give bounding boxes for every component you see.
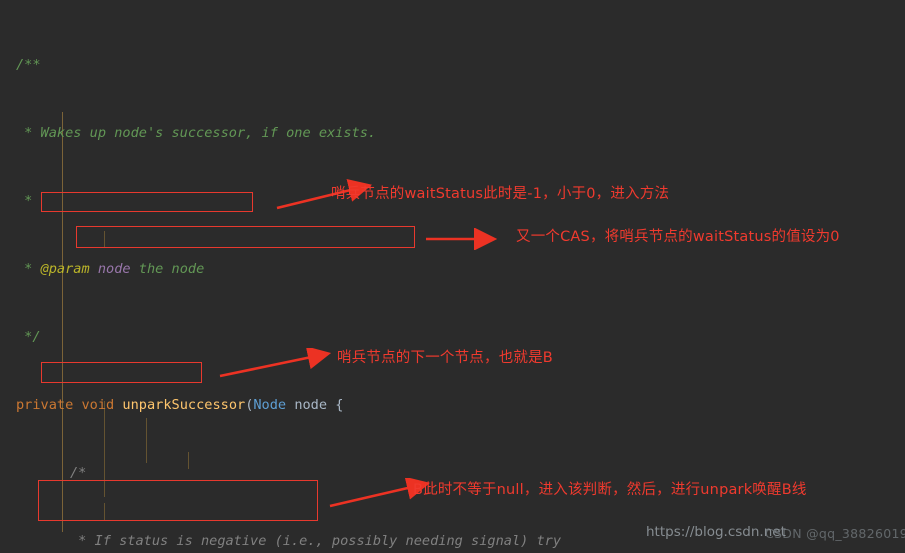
- annotation-cas: 又一个CAS，将哨兵节点的waitStatus的值设为0: [516, 229, 840, 245]
- type-node: Node: [253, 397, 287, 413]
- code-line-6-signature: private void unparkSuccessor(Node node {: [16, 397, 344, 413]
- brace-open: {: [327, 397, 344, 413]
- javadoc-open: /**: [16, 57, 41, 73]
- method-name: unparkSuccessor: [122, 397, 246, 413]
- annotation-waitstatus: 哨兵节点的waitStatus此时是-1，小于0，进入方法: [331, 186, 670, 202]
- keyword-void: void: [81, 397, 115, 413]
- watermark-author: CSDN @qq_38826019: [765, 526, 905, 541]
- block-comment-1-line1: * If status is negative (i.e., possibly …: [70, 533, 562, 549]
- code-line-5: */: [0, 329, 905, 346]
- code-editor-text[interactable]: /** * Wakes up node's successor, if one …: [0, 0, 905, 553]
- javadoc-param-name: node: [89, 261, 131, 277]
- javadoc-star: *: [16, 261, 41, 277]
- javadoc-param-tag: @param: [40, 261, 90, 277]
- javadoc-summary: * Wakes up node's successor, if one exis…: [16, 125, 377, 141]
- param-node: node: [294, 397, 328, 413]
- javadoc-blank: *: [16, 193, 33, 209]
- code-screenshot: /** * Wakes up node's successor, if one …: [0, 0, 905, 553]
- code-line-1: /**: [0, 57, 905, 74]
- javadoc-param-desc: the node: [130, 261, 205, 277]
- annotation-next-node: 哨兵节点的下一个节点，也就是B: [337, 350, 553, 366]
- javadoc-close: */: [16, 329, 41, 345]
- annotation-unpark: B此时不等于null，进入该判断，然后，进行unpark唤醒B线: [413, 482, 807, 498]
- keyword-private: private: [16, 397, 74, 413]
- code-line-4: * @param node the node: [0, 261, 905, 278]
- code-line-2: * Wakes up node's successor, if one exis…: [0, 125, 905, 142]
- block-comment-1-open: /*: [70, 465, 87, 481]
